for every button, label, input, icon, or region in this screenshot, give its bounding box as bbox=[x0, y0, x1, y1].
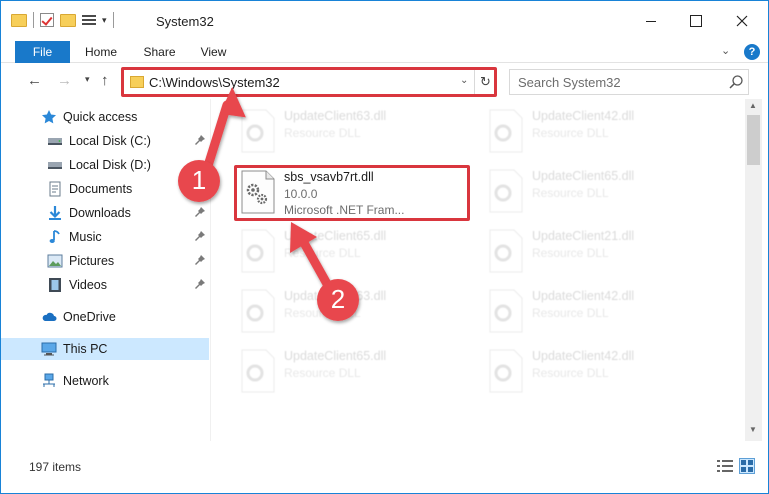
step-1-label: 1 bbox=[191, 165, 207, 195]
step-2-label: 2 bbox=[330, 284, 346, 314]
arrow-1-icon bbox=[202, 87, 246, 174]
annotation-overlay bbox=[178, 87, 359, 321]
file-explorer-window: ▾ System32 File Home Share View ⌄ ? ← → … bbox=[0, 0, 769, 494]
arrow-2-icon bbox=[290, 222, 336, 296]
